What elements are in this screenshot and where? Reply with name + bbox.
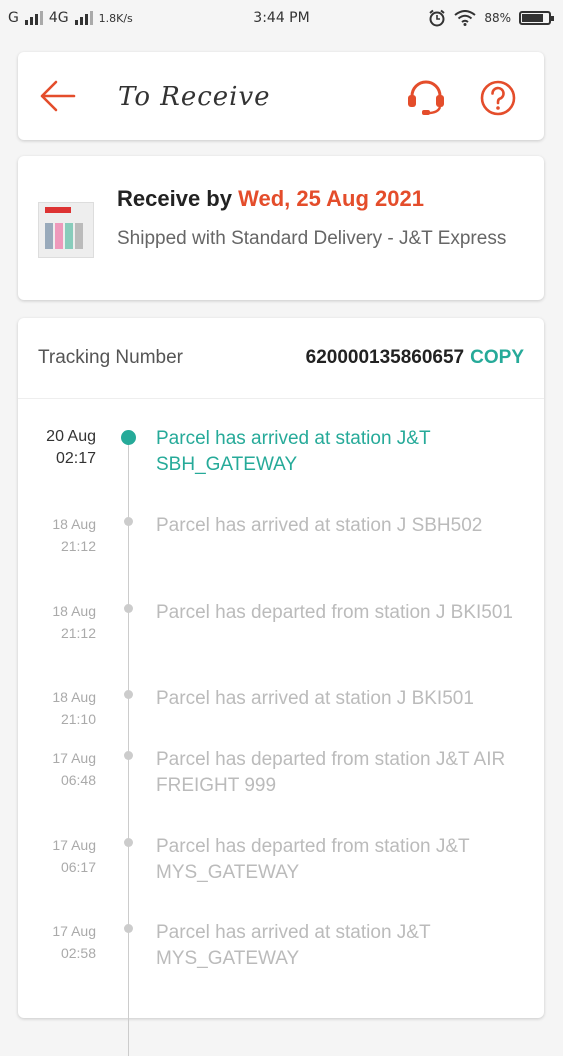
status-bar: G 4G 1.8K/s 3:44 PM 88% [0, 0, 563, 38]
event-date: 17 Aug 06:48 [52, 750, 96, 788]
tracking-card: Tracking Number 620000135860657 COPY 20 A… [18, 318, 544, 1056]
event-date: 17 Aug 02:58 [52, 923, 96, 961]
event-dot [124, 690, 133, 699]
event-text: Parcel has departed from station J BKI50… [156, 602, 513, 623]
page-title: To Receive [118, 82, 271, 112]
event-date: 17 Aug 06:17 [52, 837, 96, 875]
event-date: 20 Aug 02:17 [46, 428, 96, 467]
event-text: Parcel has arrived at station J&T MYS_GA… [156, 922, 431, 969]
customer-support-button[interactable] [404, 78, 448, 116]
help-circle-icon [480, 80, 516, 116]
event-date: 18 Aug 21:12 [52, 603, 96, 641]
help-button[interactable] [478, 78, 518, 118]
delivery-info-card[interactable]: Receive by Wed, 25 Aug 2021 Shipped with… [18, 156, 544, 300]
tracking-number-label: Tracking Number [38, 347, 184, 368]
shipping-info: Shipped with Standard Delivery - J&T Exp… [117, 228, 507, 249]
tracking-number-row: Tracking Number 620000135860657 COPY [18, 318, 544, 399]
tracking-number: 620000135860657 [305, 347, 465, 368]
event-dot [121, 430, 136, 445]
receive-by-date: Wed, 25 Aug 2021 [238, 186, 424, 211]
event-dot [124, 924, 133, 933]
header-bar: To Receive [18, 52, 544, 140]
event-text: Parcel has arrived at station J&T SBH_GA… [156, 428, 431, 475]
event-text: Parcel has arrived at station J SBH502 [156, 515, 483, 536]
event-date: 18 Aug 21:10 [52, 689, 96, 727]
receive-by-label: Receive by [117, 186, 232, 211]
copy-button[interactable]: COPY [470, 347, 524, 368]
event-dot [124, 517, 133, 526]
wifi-icon [454, 10, 476, 26]
tracking-number-value: 620000135860657 COPY [306, 347, 524, 369]
event-text: Parcel has arrived at station J BKI501 [156, 688, 474, 709]
receive-by-line: Receive by Wed, 25 Aug 2021 [117, 186, 424, 212]
event-text: Parcel has departed from station J&T MYS… [156, 836, 470, 883]
alarm-icon [429, 9, 445, 27]
back-button[interactable] [38, 78, 78, 114]
battery-percent: 88% [484, 11, 511, 25]
battery-fill [522, 14, 544, 22]
event-dot [124, 751, 133, 760]
status-right: 88% [428, 9, 554, 27]
timeline-line [128, 436, 129, 1056]
headset-icon [408, 80, 444, 115]
product-thumbnail[interactable] [38, 202, 94, 258]
event-dot [124, 838, 133, 847]
back-arrow-icon [40, 80, 76, 112]
event-text: Parcel has departed from station J&T AIR… [156, 749, 506, 796]
event-date: 18 Aug 21:12 [52, 516, 96, 554]
battery-icon [519, 11, 554, 25]
event-dot [124, 604, 133, 613]
